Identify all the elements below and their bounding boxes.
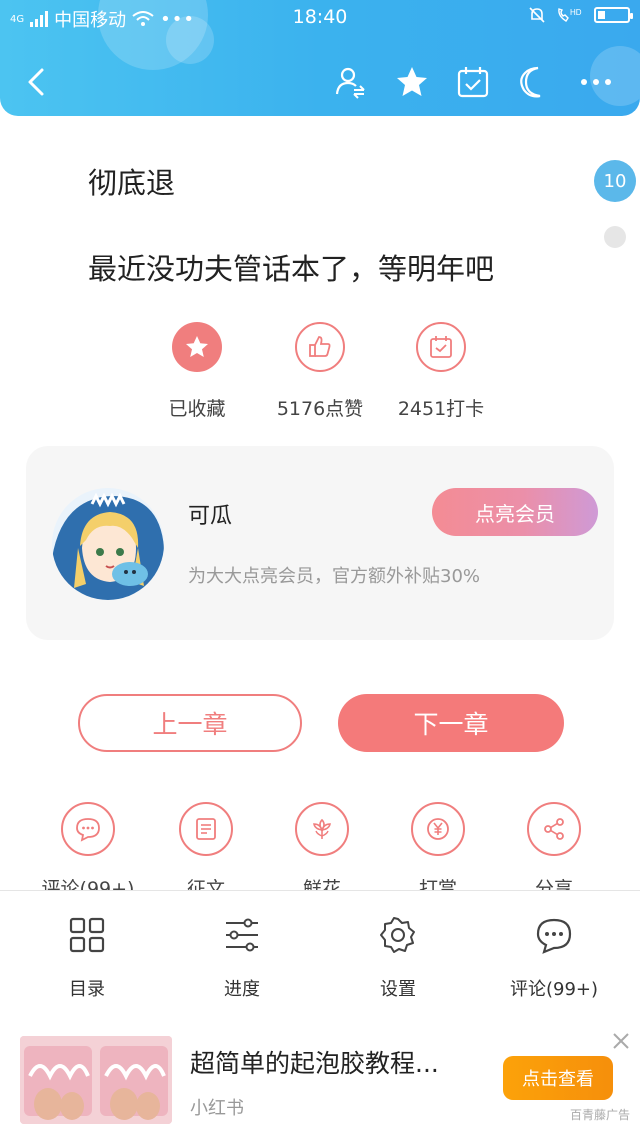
app-header: 4G 中国移动 ••• 18:40 HD (0, 0, 640, 116)
thumbs-up-icon (309, 336, 331, 357)
nav-settings[interactable]: 设置 (328, 915, 468, 1001)
nav-label: 目录 (69, 979, 105, 1000)
nav-progress[interactable]: 进度 (172, 915, 312, 1001)
stat-label: 5176点赞 (276, 398, 364, 420)
star-icon (186, 336, 208, 357)
ad-banner[interactable]: 超简单的起泡胶教程... 小红书 点击查看 百青藤广告 (0, 1012, 640, 1138)
back-button[interactable] (18, 62, 58, 102)
action-essay[interactable]: 征文 (156, 802, 256, 890)
action-label: 鲜花 (302, 878, 341, 890)
hd-call-icon: HD (558, 8, 582, 22)
battery-icon (594, 7, 633, 23)
prev-chapter-button[interactable]: 上一章 (78, 694, 302, 752)
flower-icon (313, 818, 331, 839)
bottom-nav: 目录 进度 设置 评论(99+) (0, 890, 640, 1012)
grid-icon (69, 917, 105, 953)
ad-source: 小红书 (190, 1098, 244, 1119)
more-button[interactable] (576, 62, 616, 102)
comment-icon (536, 918, 572, 954)
next-chapter-button[interactable]: 下一章 (338, 694, 564, 752)
checkin-button[interactable] (453, 62, 493, 102)
more-icon (581, 79, 611, 85)
action-label: 征文 (186, 878, 225, 890)
stat-favorite[interactable]: 已收藏 (137, 322, 257, 421)
ad-image[interactable] (20, 1036, 172, 1124)
settings-icon (380, 917, 415, 953)
vip-button[interactable]: 点亮会员 (432, 488, 598, 536)
comment-icon (76, 818, 100, 842)
nav-label: 评论(99+) (509, 979, 599, 1000)
action-share[interactable]: 分享 (504, 802, 604, 890)
stat-like[interactable]: 5176点赞 (260, 322, 380, 421)
ad-view-button[interactable]: 点击查看 (503, 1056, 613, 1100)
night-mode-button[interactable] (514, 62, 554, 102)
reader-toolbar (0, 52, 640, 112)
action-tip[interactable]: 打赏 (388, 802, 488, 890)
avatar-image (52, 488, 164, 600)
nav-label: 设置 (380, 979, 416, 1000)
calendar-check-icon (430, 336, 452, 358)
author-card: 可瓜 为大大点亮会员，官方额外补贴30% 点亮会员 (26, 446, 614, 640)
action-circle (411, 802, 465, 856)
action-circle (179, 802, 233, 856)
stat-label: 已收藏 (168, 398, 226, 420)
avatar[interactable] (52, 488, 164, 600)
action-comment[interactable]: 评论(99+) (38, 802, 138, 890)
ad-thumbnail (20, 1036, 172, 1124)
action-label: 打赏 (418, 878, 457, 890)
status-bar: 4G 中国移动 ••• 18:40 HD (0, 0, 640, 34)
author-switch-icon (335, 67, 365, 99)
yen-coin-icon (427, 818, 449, 840)
author-name[interactable]: 可瓜 (188, 498, 232, 530)
action-row: 评论(99+) 征文 鲜花 打赏 分享 (0, 800, 640, 890)
ad-brand-label: 百青藤广告 (569, 1108, 630, 1122)
action-flower[interactable]: 鲜花 (272, 802, 372, 890)
action-label: 分享 (534, 878, 573, 890)
scroll-icon (196, 818, 216, 840)
moon-icon (520, 66, 541, 98)
paragraph-comment-dot[interactable] (604, 226, 626, 248)
stat-circle (172, 322, 222, 372)
action-circle (527, 802, 581, 856)
stat-circle (416, 322, 466, 372)
stat-checkin[interactable]: 2451打卡 (381, 322, 501, 421)
action-circle (61, 802, 115, 856)
close-icon[interactable] (610, 1030, 632, 1052)
hd-label: HD (570, 8, 582, 17)
action-circle (295, 802, 349, 856)
author-desc: 为大大点亮会员，官方额外补贴30% (188, 566, 481, 587)
star-icon (397, 67, 427, 96)
nav-catalog[interactable]: 目录 (17, 915, 157, 1001)
nav-comments[interactable]: 评论(99+) (484, 915, 624, 1001)
favorite-button[interactable] (392, 62, 432, 102)
calendar-check-icon (457, 67, 489, 98)
chapter-paragraph: 最近没功夫管话本了，等明年吧 (88, 252, 495, 286)
comment-count-badge[interactable]: 10 (594, 160, 636, 202)
stat-label: 2451打卡 (397, 398, 485, 420)
ad-title[interactable]: 超简单的起泡胶教程... (190, 1044, 439, 1080)
share-icon (544, 818, 564, 840)
sliders-icon (226, 918, 258, 952)
author-follow-button[interactable] (330, 62, 370, 102)
stat-circle (295, 322, 345, 372)
action-label: 评论(99+) (41, 878, 135, 890)
mute-bell-icon (529, 7, 545, 23)
back-icon (28, 68, 44, 96)
nav-label: 进度 (224, 979, 260, 1000)
chapter-title: 彻底退 (88, 166, 176, 200)
